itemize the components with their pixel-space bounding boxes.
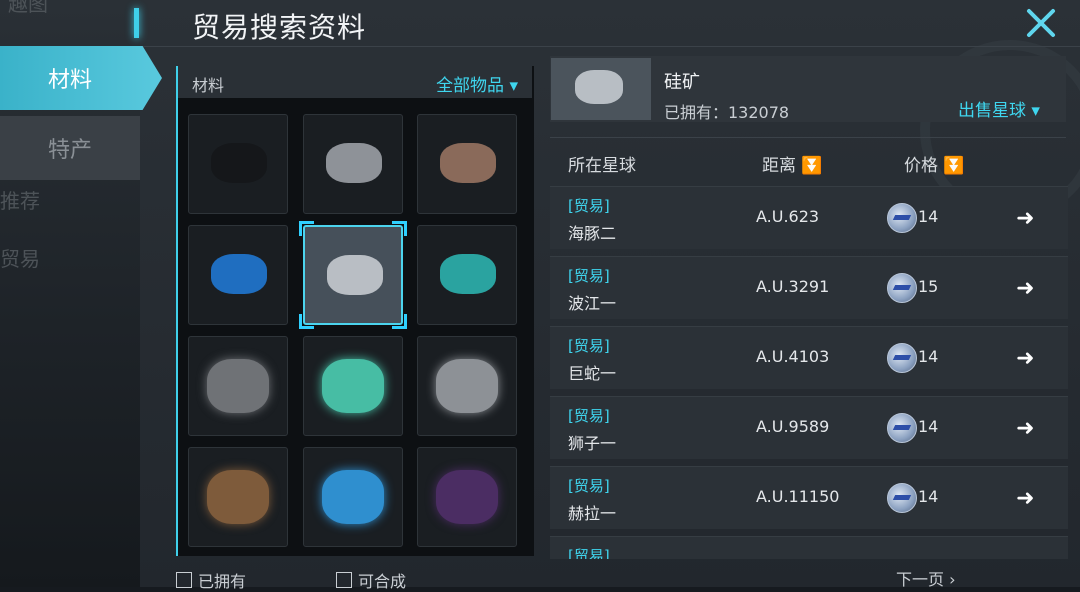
rock-icon bbox=[575, 70, 623, 104]
column-distance[interactable]: 距离 ⏬ bbox=[762, 151, 823, 176]
row-tag: [贸易] bbox=[568, 547, 610, 559]
rock-icon bbox=[322, 359, 384, 413]
planet-row[interactable]: [贸易] 赫拉一 A.U.11150 14 ➜ bbox=[550, 466, 1068, 529]
row-tag: [贸易] bbox=[568, 337, 610, 355]
material-cell-gray-ore[interactable] bbox=[303, 114, 403, 214]
price-value: 15 bbox=[918, 277, 939, 296]
row-tag: [贸易] bbox=[568, 407, 610, 425]
planet-row[interactable]: [贸易] 巨蛇一 A.U.4103 14 ➜ bbox=[550, 326, 1068, 389]
distance-value: A.U.4103 bbox=[756, 347, 830, 366]
checkbox-box[interactable] bbox=[176, 572, 192, 588]
distance-value: A.U.3291 bbox=[756, 277, 830, 296]
rock-icon bbox=[326, 143, 382, 183]
column-label: 价格 bbox=[904, 156, 938, 176]
tab-label: 材料 bbox=[48, 68, 93, 93]
row-tag: [贸易] bbox=[568, 477, 610, 495]
material-cell-copper-ore[interactable] bbox=[417, 114, 517, 214]
next-page-button[interactable]: 下一页 › bbox=[896, 566, 956, 590]
material-cell-blue-dust[interactable] bbox=[303, 447, 403, 547]
planet-name: 赫拉一 bbox=[568, 504, 617, 523]
sort-down-icon: ⏬ bbox=[801, 156, 823, 176]
sort-down-icon: ⏬ bbox=[943, 156, 965, 176]
rock-icon bbox=[440, 254, 496, 294]
sell-planet-dropdown[interactable]: 出售星球 ▾ bbox=[958, 96, 1040, 121]
row-tag: [贸易] bbox=[568, 267, 610, 285]
go-arrow-icon[interactable]: ➜ bbox=[1016, 206, 1034, 231]
distance-value: A.U.623 bbox=[756, 207, 820, 226]
page-title: 贸易搜索资料 bbox=[192, 11, 367, 44]
rock-icon bbox=[436, 359, 498, 413]
price-value: 14 bbox=[918, 417, 939, 436]
planet-row[interactable]: [贸易] 波江一 A.U.3291 15 ➜ bbox=[550, 256, 1068, 319]
ghost-text: 贸易 bbox=[0, 247, 40, 271]
tab-specialty[interactable]: 特产 bbox=[0, 116, 140, 180]
title-accent bbox=[134, 8, 139, 38]
planet-name: 狮子一 bbox=[568, 434, 617, 453]
material-cell-teal-ore[interactable] bbox=[417, 225, 517, 325]
filter-dropdown[interactable]: 全部物品 ▾ bbox=[436, 71, 518, 96]
checkbox-box[interactable] bbox=[336, 572, 352, 588]
ghost-text: 趣图 bbox=[8, 0, 48, 16]
distance-value: A.U.9589 bbox=[756, 417, 830, 436]
rock-icon bbox=[207, 470, 269, 524]
go-arrow-icon[interactable]: ➜ bbox=[1016, 416, 1034, 441]
selection-corner bbox=[299, 221, 314, 236]
material-cell-gray-dust[interactable] bbox=[188, 336, 288, 436]
go-arrow-icon[interactable]: ➜ bbox=[1016, 346, 1034, 371]
rock-icon bbox=[327, 255, 383, 295]
column-label: 距离 bbox=[762, 156, 796, 176]
coin-icon bbox=[887, 203, 917, 233]
planet-row[interactable]: [贸易] 海豚二 A.U.623 14 ➜ bbox=[550, 186, 1068, 249]
material-cell-green-dust[interactable] bbox=[303, 336, 403, 436]
rock-icon bbox=[440, 143, 496, 183]
checkbox-label: 已拥有 bbox=[198, 572, 247, 591]
go-arrow-icon[interactable]: ➜ bbox=[1016, 486, 1034, 511]
coin-icon bbox=[887, 273, 917, 303]
rock-icon bbox=[322, 470, 384, 524]
ghost-text: 推荐 bbox=[0, 189, 40, 213]
material-cell-blue-ore[interactable] bbox=[188, 225, 288, 325]
price-value: 14 bbox=[918, 207, 939, 226]
coin-icon bbox=[887, 343, 917, 373]
planet-row[interactable]: [贸易] 狮子一 A.U.9589 14 ➜ bbox=[550, 396, 1068, 459]
rock-icon bbox=[207, 359, 269, 413]
item-thumbnail bbox=[551, 58, 651, 120]
tab-materials[interactable]: 材料 bbox=[0, 46, 162, 110]
material-cell-silicon-ore[interactable] bbox=[299, 221, 407, 329]
column-price[interactable]: 价格 ⏬ bbox=[904, 151, 965, 176]
coin-icon bbox=[887, 413, 917, 443]
material-cell-brown-dust[interactable] bbox=[188, 447, 288, 547]
planet-name: 海豚二 bbox=[568, 224, 617, 243]
material-cell-silver-dust[interactable] bbox=[417, 336, 517, 436]
planet-name: 巨蛇一 bbox=[568, 364, 617, 383]
craftable-checkbox[interactable]: 可合成 bbox=[336, 568, 406, 592]
item-name: 硅矿 bbox=[664, 72, 700, 93]
price-value: 14 bbox=[918, 487, 939, 506]
coin-icon bbox=[887, 483, 917, 513]
rock-icon bbox=[436, 470, 498, 524]
planet-name: 波江一 bbox=[568, 294, 617, 313]
owned-checkbox[interactable]: 已拥有 bbox=[176, 568, 246, 592]
item-owned-count: 已拥有：132078 bbox=[664, 103, 790, 122]
selection-corner bbox=[299, 314, 314, 329]
rock-icon bbox=[211, 254, 267, 294]
row-tag: [贸易] bbox=[568, 197, 610, 215]
go-arrow-icon[interactable]: ➜ bbox=[1016, 276, 1034, 301]
grid-header-label: 材料 bbox=[192, 76, 225, 95]
rock-icon bbox=[211, 143, 267, 183]
checkbox-label: 可合成 bbox=[358, 572, 407, 591]
header-divider bbox=[550, 137, 1066, 138]
distance-value: A.U.11150 bbox=[756, 487, 840, 506]
tab-label: 特产 bbox=[47, 138, 92, 163]
planet-row[interactable]: [贸易] bbox=[550, 536, 1068, 559]
price-value: 14 bbox=[918, 347, 939, 366]
material-cell-purple-dust[interactable] bbox=[417, 447, 517, 547]
grid-header: 材料 全部物品 ▾ bbox=[176, 66, 532, 98]
close-icon[interactable] bbox=[1024, 6, 1058, 40]
material-cell-dark-ore[interactable] bbox=[188, 114, 288, 214]
selection-corner bbox=[392, 314, 407, 329]
column-planet: 所在星球 bbox=[568, 156, 636, 176]
selection-corner bbox=[392, 221, 407, 236]
title-divider bbox=[140, 46, 1080, 47]
